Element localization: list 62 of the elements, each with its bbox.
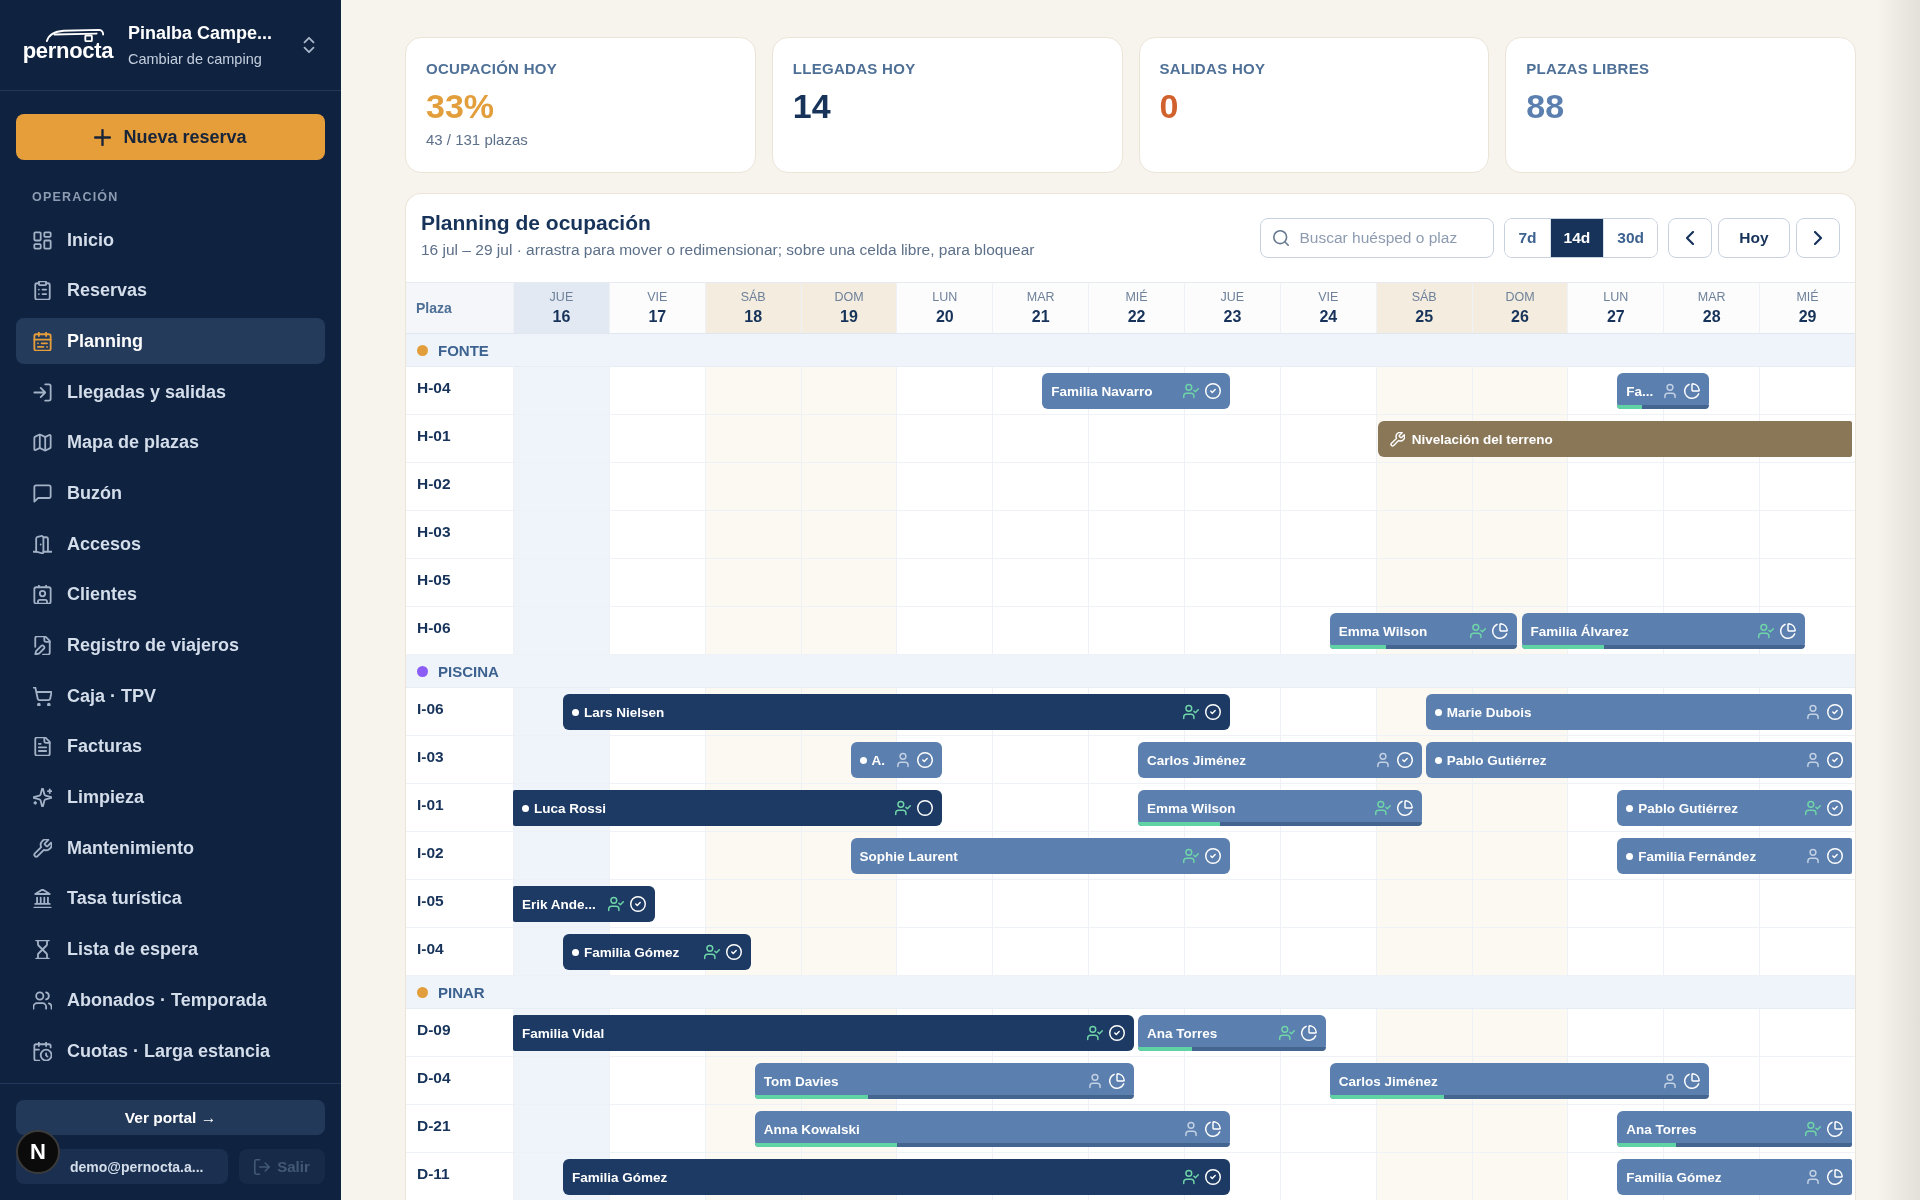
stat-label: SALIDAS HOY xyxy=(1159,60,1266,78)
day-number: 26 xyxy=(1511,307,1529,326)
weekday-label: MAR xyxy=(1026,290,1055,305)
weekday-label: MIÉ xyxy=(1125,290,1148,305)
weekday-label: SÁB xyxy=(1411,290,1437,305)
column-heading: Plaza xyxy=(416,300,452,316)
day-number: 28 xyxy=(1702,307,1721,326)
planning-title: Planning de ocupación xyxy=(421,209,651,236)
plaza-label: D-21 xyxy=(417,1117,451,1134)
day-number: 18 xyxy=(744,307,763,326)
plaza-label: H-01 xyxy=(417,427,451,444)
stat-value: 33% xyxy=(426,86,495,126)
plaza-label: H-03 xyxy=(417,523,451,540)
zone-name: PISCINA xyxy=(438,662,499,680)
day-number: 19 xyxy=(840,307,858,326)
stat-value: 0 xyxy=(1159,86,1179,126)
weekday-label: JUE xyxy=(1220,290,1245,305)
stat-label: LLEGADAS HOY xyxy=(792,60,916,78)
stat-value: 14 xyxy=(792,86,831,126)
stat-label: OCUPACIÓN HOY xyxy=(426,60,558,78)
day-number: 29 xyxy=(1798,307,1817,326)
weekday-label: LUN xyxy=(932,290,958,305)
plaza-label: I-05 xyxy=(417,892,444,909)
day-number: 22 xyxy=(1127,307,1146,326)
plaza-label: H-05 xyxy=(417,571,451,588)
weekday-label: VIE xyxy=(1318,290,1339,305)
plaza-label: H-04 xyxy=(417,379,451,396)
logo-wordmark: pernocta xyxy=(22,39,114,63)
plaza-label: H-02 xyxy=(417,475,451,492)
day-number: 16 xyxy=(552,307,571,326)
weekday-label: MAR xyxy=(1697,290,1726,305)
day-number: 20 xyxy=(935,307,954,326)
plaza-label: I-06 xyxy=(417,700,444,717)
weekday-label: VIE xyxy=(647,290,668,305)
day-number: 17 xyxy=(648,307,667,326)
plaza-label: D-09 xyxy=(417,1021,451,1038)
plaza-label: H-06 xyxy=(417,619,451,636)
plaza-label: I-01 xyxy=(417,796,444,813)
campsite-name: Pinalba Campe... xyxy=(128,22,274,44)
plaza-label: D-11 xyxy=(417,1165,450,1182)
planning-subtitle: 16 jul – 29 jul · arrastra para mover o redimensionar; sobre una celda libre, para bloquear xyxy=(421,239,1035,259)
plaza-label: D-04 xyxy=(417,1069,451,1086)
zone-name: FONTE xyxy=(438,341,489,359)
plaza-label: I-03 xyxy=(417,748,444,765)
day-number: 27 xyxy=(1606,307,1625,326)
stat-value: 88 xyxy=(1526,86,1565,126)
stat-label: PLAZAS LIBRES xyxy=(1526,60,1650,78)
weekday-label: SÁB xyxy=(740,290,766,305)
day-number: 25 xyxy=(1415,307,1434,326)
weekday-label: DOM xyxy=(1505,290,1535,305)
weekday-label: LUN xyxy=(1603,290,1629,305)
weekday-label: MIÉ xyxy=(1796,290,1819,305)
day-number: 21 xyxy=(1031,307,1050,326)
weekday-label: JUE xyxy=(549,290,574,305)
plaza-label: I-04 xyxy=(417,940,444,957)
day-number: 23 xyxy=(1223,307,1242,326)
weekday-label: DOM xyxy=(834,290,864,305)
plaza-label: I-02 xyxy=(417,844,444,861)
nav-section-label: OPERACIÓN xyxy=(32,189,119,205)
day-number: 24 xyxy=(1319,307,1338,326)
stat-note: 43 / 131 plazas xyxy=(426,131,528,149)
zone-name: PINAR xyxy=(438,983,485,1001)
